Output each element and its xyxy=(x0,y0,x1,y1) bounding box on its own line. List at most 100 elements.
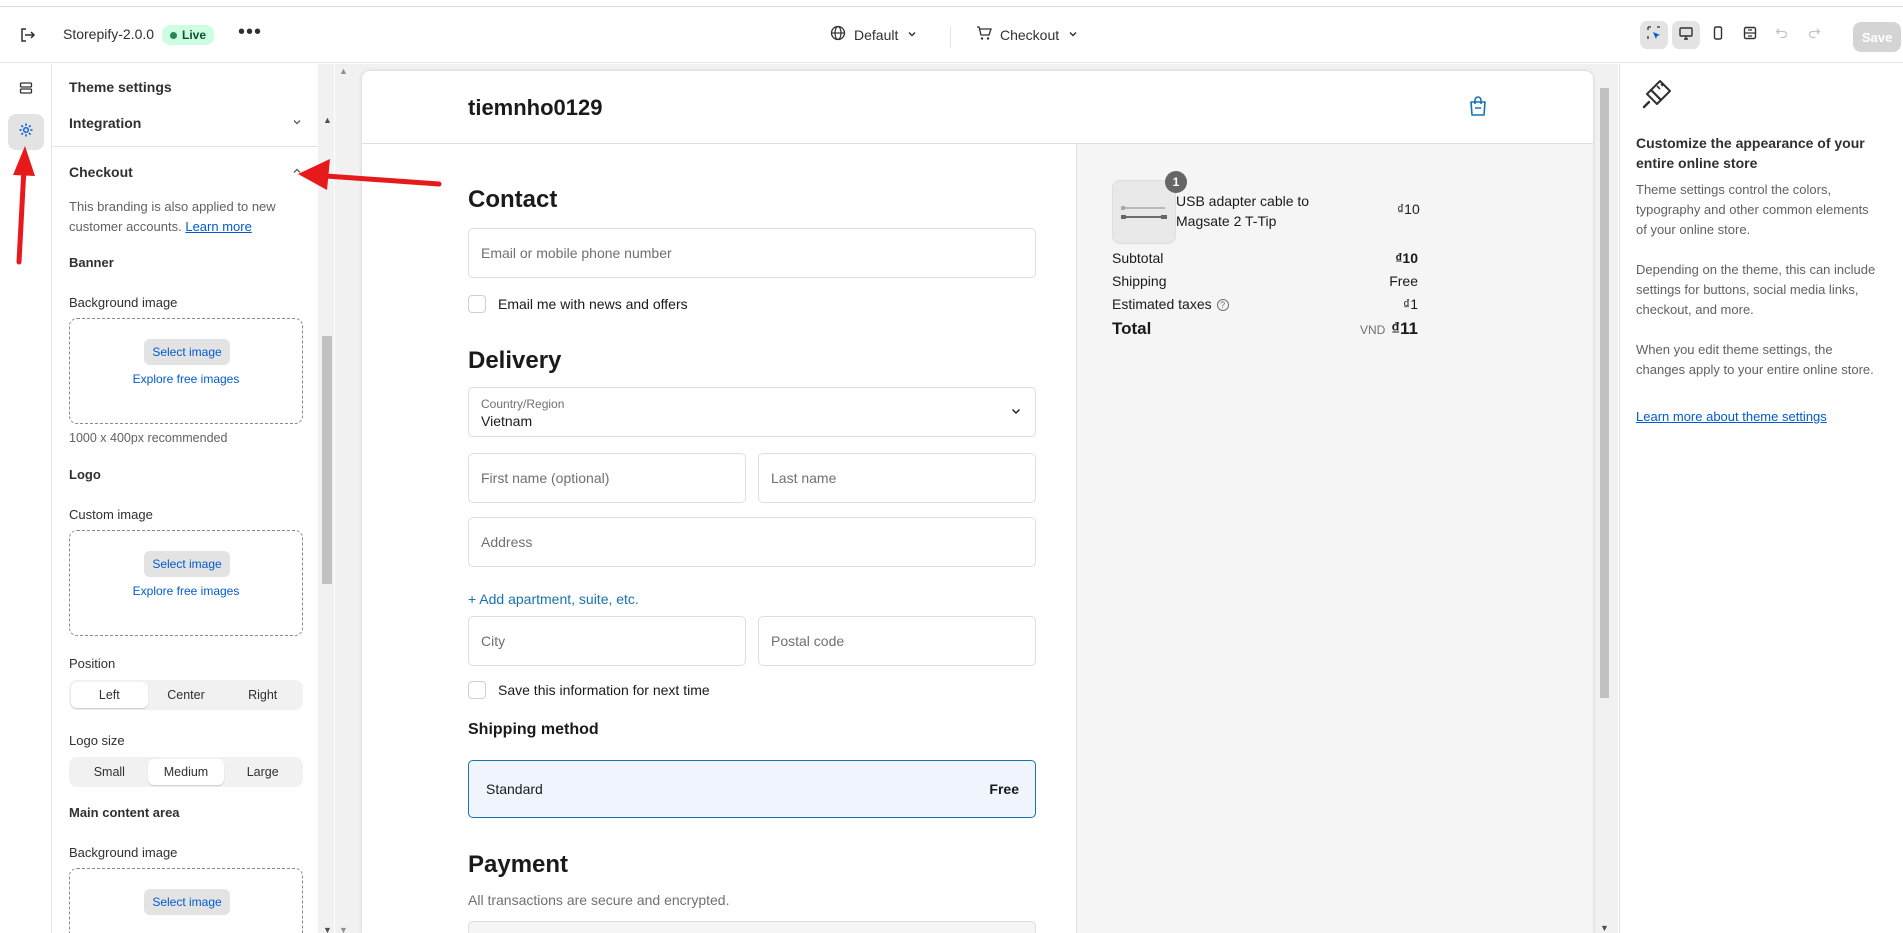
main-background-image-label: Background image xyxy=(69,845,178,860)
learn-more-link[interactable]: Learn more xyxy=(185,219,251,234)
explore-free-images-link[interactable]: Explore free images xyxy=(70,584,302,598)
canvas-scroll-down-icon[interactable]: ▼ xyxy=(339,925,348,933)
background-image-label: Background image xyxy=(69,295,178,310)
select-image-button[interactable]: Select image xyxy=(144,889,230,915)
theme-selector-label: Default xyxy=(854,26,899,43)
sidebar-scrollbar-thumb[interactable] xyxy=(322,336,332,584)
inspector-button[interactable] xyxy=(1640,21,1668,49)
globe-icon xyxy=(830,25,846,44)
canvas-scroll-up-icon[interactable]: ▲ xyxy=(339,66,348,76)
preview-scrollbar-thumb[interactable] xyxy=(1600,88,1609,698)
scroll-up-arrow-icon[interactable]: ▲ xyxy=(323,115,332,125)
shipping-method-heading: Shipping method xyxy=(468,721,599,738)
toolbar-right xyxy=(1640,21,1828,49)
chevron-up-icon xyxy=(291,164,303,180)
learn-more-theme-settings-link[interactable]: Learn more about theme settings xyxy=(1636,409,1827,424)
email-news-checkbox[interactable]: Email me with news and offers xyxy=(468,295,688,313)
info-paragraph-3: When you edit theme settings, the change… xyxy=(1636,342,1874,377)
save-info-checkbox[interactable]: Save this information for next time xyxy=(468,681,710,699)
payment-method-box[interactable] xyxy=(468,921,1036,933)
email-news-label: Email me with news and offers xyxy=(498,296,688,312)
checkbox[interactable] xyxy=(468,681,486,699)
shopping-bag-icon[interactable] xyxy=(1468,95,1488,122)
save-button[interactable]: Save xyxy=(1853,22,1901,52)
live-badge: Live xyxy=(162,25,215,45)
shipping-option[interactable]: Standard Free xyxy=(468,760,1036,818)
explore-free-images-link[interactable]: Explore free images xyxy=(70,372,302,386)
payment-subtext: All transactions are secure and encrypte… xyxy=(468,892,730,908)
city-field[interactable]: City xyxy=(468,616,746,666)
main-image-dropzone[interactable]: Select image xyxy=(69,868,303,933)
position-left-option[interactable]: Left xyxy=(71,682,148,708)
mobile-view-button[interactable] xyxy=(1704,21,1732,49)
browser-top-strip xyxy=(0,0,1903,7)
template-selector[interactable]: Checkout xyxy=(976,25,1079,44)
total-value: ₫11 xyxy=(1391,319,1418,338)
shipping-label: Shipping xyxy=(1112,273,1167,289)
add-apartment-link[interactable]: + Add apartment, suite, etc. xyxy=(468,591,639,607)
total-row: Total VND ₫11 xyxy=(1112,319,1418,339)
info-title: Customize the appearance of your entire … xyxy=(1636,135,1865,171)
help-circle-icon[interactable]: ? xyxy=(1216,299,1229,311)
section-checkout[interactable]: Checkout xyxy=(69,164,303,180)
first-name-field[interactable]: First name (optional) xyxy=(468,453,746,503)
select-image-button[interactable]: Select image xyxy=(144,551,230,577)
save-info-label: Save this information for next time xyxy=(498,682,710,698)
logo-size-medium-option[interactable]: Medium xyxy=(147,759,225,785)
theme-selector[interactable]: Default xyxy=(830,25,918,44)
logo-size-label: Logo size xyxy=(69,733,125,748)
country-label: Country/Region xyxy=(481,397,565,411)
scroll-down-arrow-icon[interactable]: ▼ xyxy=(323,925,332,933)
logo-size-large-option[interactable]: Large xyxy=(224,759,301,785)
position-right-option[interactable]: Right xyxy=(224,682,301,708)
store-title: tiemnho0129 xyxy=(468,95,603,120)
info-panel: Customize the appearance of your entire … xyxy=(1619,64,1903,933)
contact-heading: Contact xyxy=(468,186,558,213)
product-quantity-badge: 1 xyxy=(1165,171,1187,193)
mobile-icon xyxy=(1710,25,1726,46)
fullscreen-view-button[interactable] xyxy=(1736,21,1764,49)
position-center-option[interactable]: Center xyxy=(148,682,225,708)
banner-image-dropzone[interactable]: Select image Explore free images xyxy=(69,318,303,424)
store-name: Storepify-2.0.0 xyxy=(63,26,155,42)
section-integration[interactable]: Integration xyxy=(69,115,303,131)
logo-image-dropzone[interactable]: Select image Explore free images xyxy=(69,530,303,636)
redo-icon xyxy=(1807,26,1821,45)
desktop-icon xyxy=(1678,25,1694,46)
custom-image-label: Custom image xyxy=(69,507,153,522)
gear-icon xyxy=(18,122,34,143)
preview-scroll-down-icon[interactable]: ▼ xyxy=(1600,923,1609,933)
select-image-button[interactable]: Select image xyxy=(144,339,230,365)
shipping-option-price: Free xyxy=(989,781,1019,797)
position-label: Position xyxy=(69,656,116,671)
exit-icon[interactable] xyxy=(17,25,37,45)
theme-settings-button[interactable] xyxy=(8,114,44,150)
undo-icon xyxy=(1775,26,1789,45)
left-rail xyxy=(0,64,52,933)
desktop-view-button[interactable] xyxy=(1672,21,1700,49)
paint-brush-icon xyxy=(1640,77,1674,116)
taxes-value: ₫1 xyxy=(1403,296,1418,312)
order-summary: 1 USB adapter cable to Magsate 2 T-Tip ₫… xyxy=(1076,144,1593,933)
shipping-option-label: Standard xyxy=(486,781,543,797)
section-integration-label: Integration xyxy=(69,115,142,131)
sections-button[interactable] xyxy=(8,72,44,108)
product-price: ₫10 xyxy=(1397,201,1420,217)
postal-code-field[interactable]: Postal code xyxy=(758,616,1036,666)
recommended-size: 1000 x 400px recommended xyxy=(69,431,228,445)
logo-size-segmented-control: Small Medium Large xyxy=(69,757,303,787)
last-name-field[interactable]: Last name xyxy=(758,453,1036,503)
taxes-label: Estimated taxes xyxy=(1112,296,1212,312)
logo-size-small-option[interactable]: Small xyxy=(71,759,148,785)
topbar-divider xyxy=(950,26,951,48)
checkout-description: This branding is also applied to new cus… xyxy=(69,197,303,237)
more-actions-button[interactable]: ••• xyxy=(238,21,262,44)
undo-button[interactable] xyxy=(1768,21,1796,49)
layout-icon xyxy=(1742,25,1758,46)
country-select[interactable]: Country/Region Vietnam xyxy=(468,387,1036,437)
checkbox[interactable] xyxy=(468,295,486,313)
email-field[interactable]: Email or mobile phone number xyxy=(468,228,1036,278)
redo-button[interactable] xyxy=(1800,21,1828,49)
address-field[interactable]: Address xyxy=(468,517,1036,567)
shipping-value: Free xyxy=(1389,273,1418,289)
